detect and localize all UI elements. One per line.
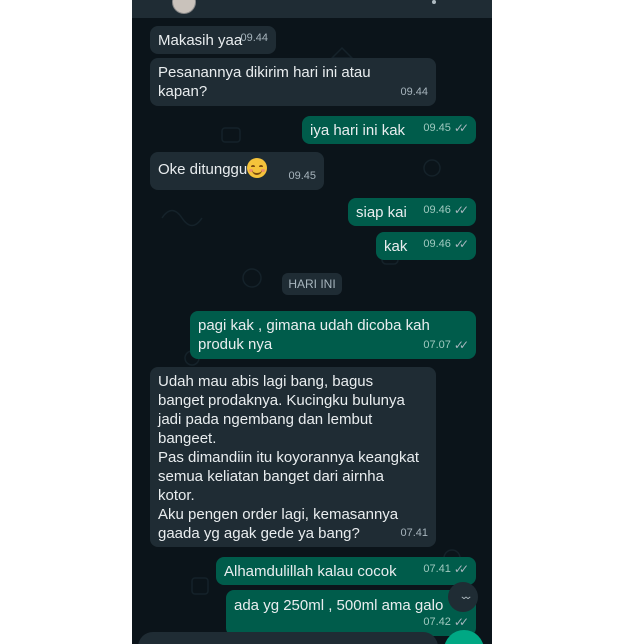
menu-icon[interactable] — [432, 0, 436, 4]
message-text: Pesanannya dikirim hari ini atau kapan? — [158, 64, 375, 100]
chat-screen: Makasih yaa 09.44 Pesanannya dikirim har… — [132, 0, 492, 644]
message-outgoing[interactable]: ada yg 250ml , 500ml ama galo 07.42 ✓✓ — [226, 590, 476, 636]
message-incoming[interactable]: Udah mau abis lagi bang, bagus banget pr… — [150, 367, 436, 547]
day-divider: HARI INI — [282, 273, 342, 295]
message-incoming[interactable]: Makasih yaa 09.44 — [150, 26, 276, 54]
message-time: 09.44 — [400, 86, 428, 98]
chat-header — [132, 0, 492, 18]
message-outgoing[interactable]: Alhamdulillah kalau cocok 07.41 ✓✓ — [216, 557, 476, 585]
message-time: 09.44 — [240, 32, 268, 44]
message-text: kak — [384, 238, 408, 255]
message-text: Oke ditunggu — [158, 161, 248, 178]
read-receipt-icon: ✓✓ — [453, 562, 469, 576]
message-incoming[interactable]: Pesanannya dikirim hari ini atau kapan? … — [150, 58, 436, 106]
message-time: 07.07 ✓✓ — [423, 336, 469, 355]
message-time: 07.41 — [400, 527, 428, 539]
message-outgoing[interactable]: pagi kak , gimana udah dicoba kah produk… — [190, 311, 476, 359]
message-text: siap kai — [356, 204, 407, 221]
read-receipt-icon: ✓✓ — [453, 237, 469, 251]
scroll-down-button[interactable]: ⌄⌄ — [448, 582, 478, 612]
message-text: iya hari ini kak — [310, 122, 406, 139]
message-text: Makasih yaa — [158, 32, 243, 49]
chevron-down-icon: ⌄⌄ — [458, 590, 473, 602]
message-time: 09.45 ✓✓ — [423, 119, 469, 138]
message-text: Udah mau abis lagi bang, bagus banget pr… — [158, 373, 419, 542]
message-text: pagi kak , gimana udah dicoba kah produk… — [198, 317, 434, 353]
message-time: 09.46 ✓✓ — [423, 235, 469, 254]
message-time: 09.45 — [288, 170, 316, 182]
read-receipt-icon: ✓✓ — [453, 203, 469, 217]
message-text: ada yg 250ml , 500ml ama galo — [234, 597, 444, 614]
message-input[interactable] — [138, 632, 438, 644]
read-receipt-icon: ✓✓ — [453, 338, 469, 352]
message-time: 07.41 ✓✓ — [423, 560, 469, 579]
smiling-face-icon — [247, 158, 268, 178]
message-outgoing[interactable]: siap kai 09.46 ✓✓ — [348, 198, 476, 226]
message-incoming[interactable]: Oke ditunggu 09.45 — [150, 152, 324, 190]
read-receipt-icon: ✓✓ — [453, 121, 469, 135]
message-time: 09.46 ✓✓ — [423, 201, 469, 220]
message-outgoing[interactable]: kak 09.46 ✓✓ — [376, 232, 476, 260]
contact-avatar[interactable] — [172, 0, 196, 14]
message-text: Alhamdulillah kalau cocok — [224, 563, 397, 580]
message-outgoing[interactable]: iya hari ini kak 09.45 ✓✓ — [302, 116, 476, 144]
